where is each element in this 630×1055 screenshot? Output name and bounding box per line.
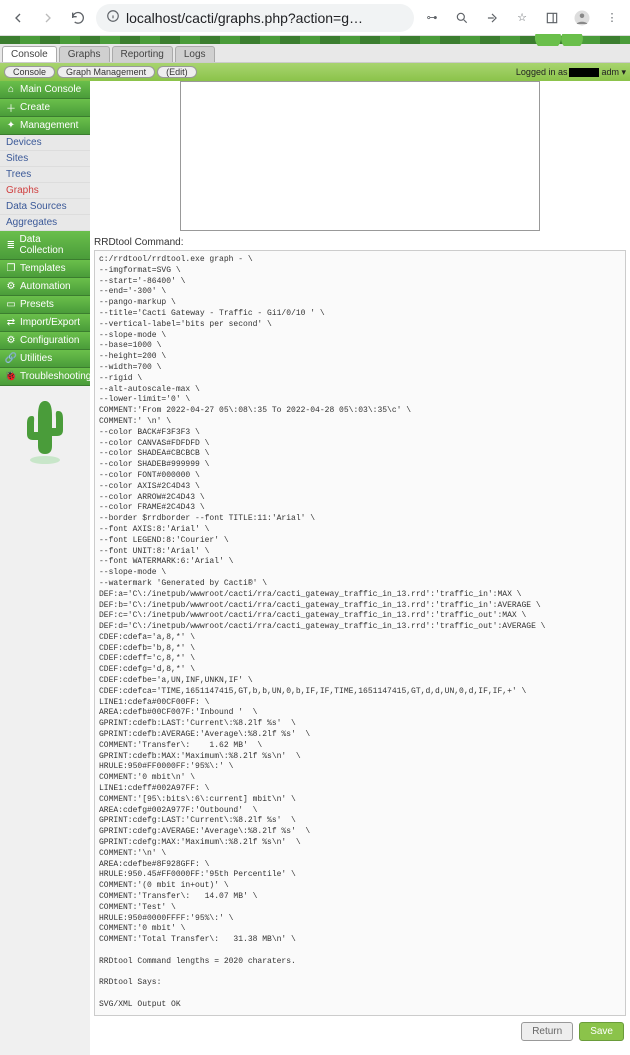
exchange-icon: ⇄ (6, 318, 16, 328)
login-info: Logged in asadm ▾ (516, 67, 626, 78)
sidebar-troubleshooting[interactable]: 🐞Troubleshooting (0, 368, 90, 386)
bug-icon: 🐞 (6, 372, 16, 382)
cactus-logo (0, 386, 90, 479)
crumb-graph-management[interactable]: Graph Management (57, 66, 155, 78)
sidebar-create[interactable]: ＋Create (0, 99, 90, 117)
tab-graphs[interactable]: Graphs (59, 46, 110, 62)
menu-icon[interactable]: ⋮ (600, 6, 624, 30)
sidebar-management[interactable]: ✦Management (0, 117, 90, 135)
browser-toolbar: localhost/cacti/graphs.php?action=g… ⊶ ☆… (0, 0, 630, 36)
url-text: localhost/cacti/graphs.php?action=g… (126, 10, 404, 26)
sidebar-utilities[interactable]: 🔗Utilities (0, 350, 90, 368)
crumb-console[interactable]: Console (4, 66, 55, 78)
link-icon: 🔗 (6, 354, 16, 364)
sidebar-presets[interactable]: ▭Presets (0, 296, 90, 314)
sidebar-sites[interactable]: Sites (0, 151, 90, 167)
url-bar[interactable]: localhost/cacti/graphs.php?action=g… (96, 4, 414, 32)
gear-icon: ⚙ (6, 336, 16, 346)
sidebar-import-export[interactable]: ⇄Import/Export (0, 314, 90, 332)
tab-row: Console Graphs Reporting Logs (0, 44, 630, 63)
sidebar-data-sources[interactable]: Data Sources (0, 199, 90, 215)
wrench-icon: ✦ (6, 121, 16, 131)
sidebar-templates[interactable]: ❐Templates (0, 260, 90, 278)
tab-reporting[interactable]: Reporting (112, 46, 173, 62)
sidebar: ⌂Main Console ＋Create ✦Management Device… (0, 81, 90, 1055)
breadcrumb-bar: Console Graph Management (Edit) Logged i… (0, 63, 630, 81)
reload-button[interactable] (66, 6, 90, 30)
rrd-command-output: c:/rrdtool/rrdtool.exe graph - \ --imgfo… (94, 250, 626, 1016)
sidebar-graphs[interactable]: Graphs (0, 183, 90, 199)
footer-buttons: Return Save (94, 1016, 626, 1047)
rrd-command-label: RRDtool Command: (94, 237, 626, 248)
zoom-icon[interactable] (450, 6, 474, 30)
crumb-edit[interactable]: (Edit) (157, 66, 197, 78)
sidebar-data-collection[interactable]: ≣Data Collection (0, 231, 90, 260)
graph-preview (180, 81, 540, 231)
database-icon: ≣ (6, 240, 16, 250)
panel-icon[interactable] (540, 6, 564, 30)
tab-logs[interactable]: Logs (175, 46, 215, 62)
sidebar-configuration[interactable]: ⚙Configuration (0, 332, 90, 350)
bookmark-icon[interactable]: ☆ (510, 6, 534, 30)
plus-icon: ＋ (6, 103, 16, 113)
sidebar-trees[interactable]: Trees (0, 167, 90, 183)
gears-icon: ⚙ (6, 282, 16, 292)
tab-console[interactable]: Console (2, 46, 57, 62)
sidebar-automation[interactable]: ⚙Automation (0, 278, 90, 296)
sidebar-main-console[interactable]: ⌂Main Console (0, 81, 90, 99)
share-icon[interactable] (480, 6, 504, 30)
archive-icon: ▭ (6, 300, 16, 310)
sidebar-aggregates[interactable]: Aggregates (0, 215, 90, 231)
home-icon: ⌂ (6, 85, 16, 95)
profile-icon[interactable] (570, 6, 594, 30)
save-button[interactable]: Save (579, 1022, 624, 1041)
back-button[interactable] (6, 6, 30, 30)
username-redacted (569, 68, 599, 77)
key-icon[interactable]: ⊶ (420, 6, 444, 30)
cacti-banner (0, 36, 630, 44)
forward-button[interactable] (36, 6, 60, 30)
clone-icon: ❐ (6, 264, 16, 274)
sidebar-devices[interactable]: Devices (0, 135, 90, 151)
content-area: RRDtool Command: c:/rrdtool/rrdtool.exe … (90, 81, 630, 1055)
site-info-icon[interactable] (106, 9, 120, 26)
return-button[interactable]: Return (521, 1022, 573, 1041)
